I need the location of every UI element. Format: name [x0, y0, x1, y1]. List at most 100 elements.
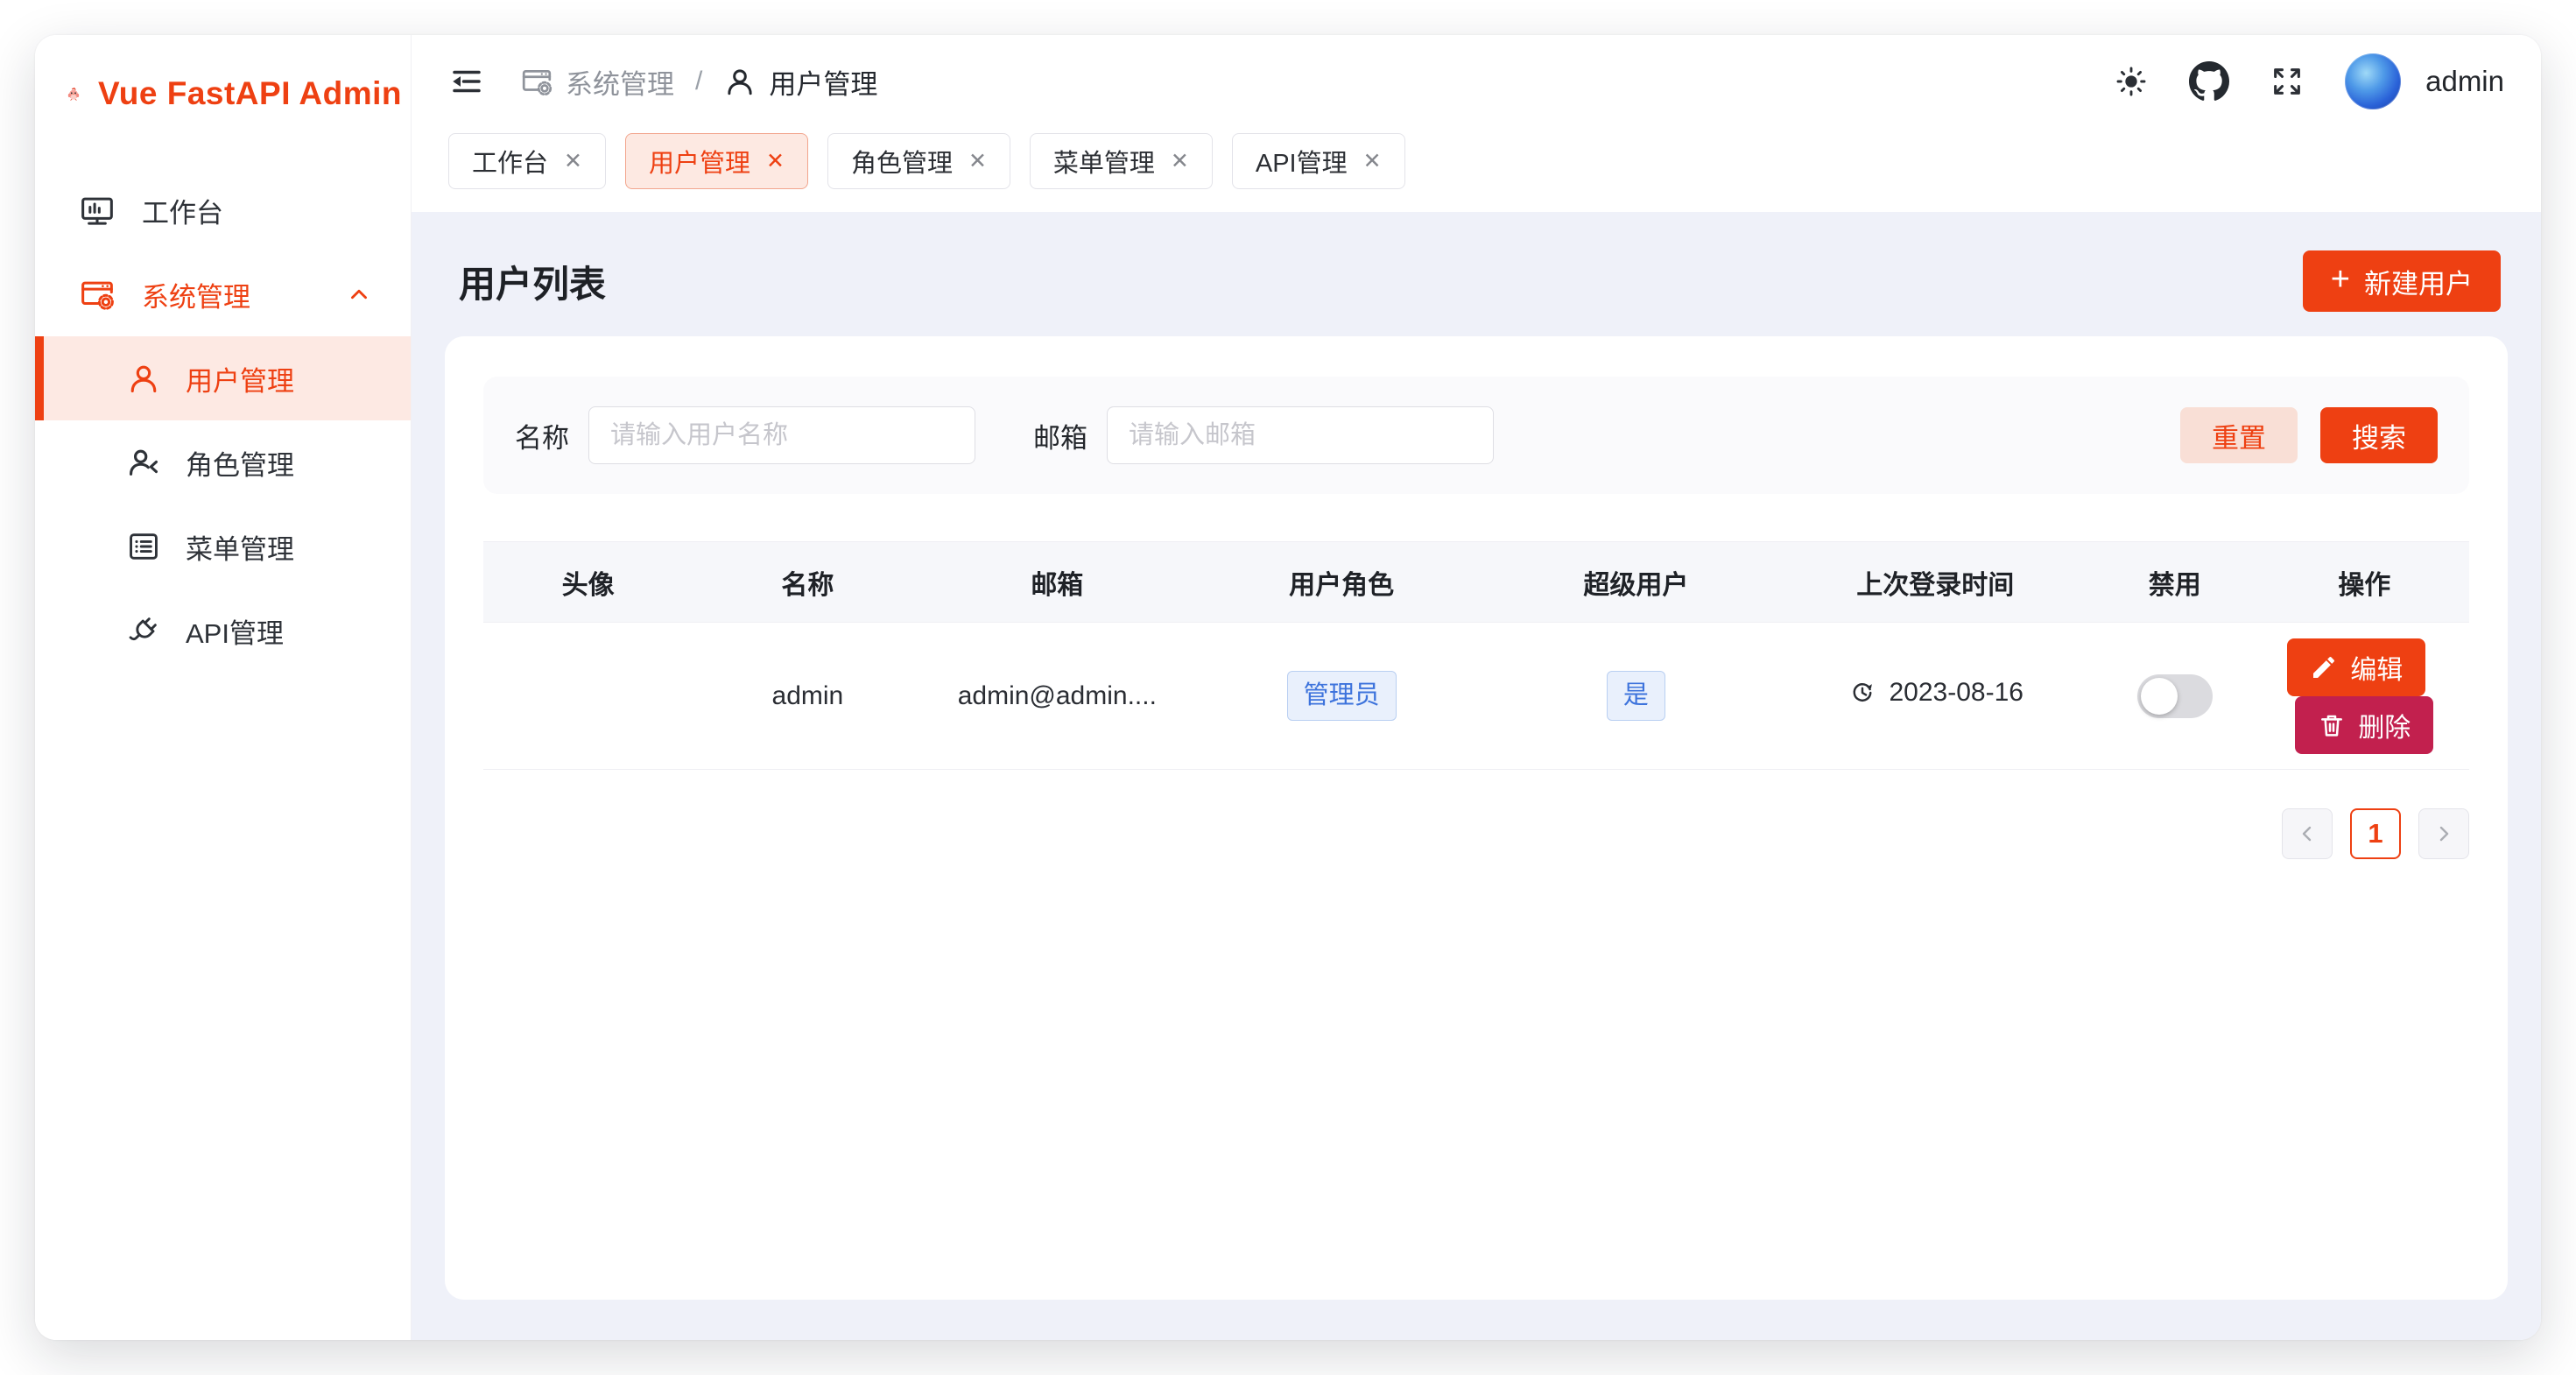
user-list-card: 名称 邮箱 重置 搜索 头像 名称 — [445, 336, 2508, 1300]
tab-label: 角色管理 — [851, 143, 953, 180]
superuser-tag: 是 — [1607, 671, 1665, 720]
sidebar-item-label: 菜单管理 — [186, 527, 294, 567]
reset-button[interactable]: 重置 — [2180, 407, 2298, 463]
username[interactable]: admin — [2425, 65, 2504, 98]
github-link-button[interactable] — [2189, 61, 2229, 102]
close-icon[interactable]: ✕ — [766, 151, 785, 173]
fullscreen-button[interactable] — [2270, 64, 2305, 99]
name-input[interactable] — [588, 406, 975, 464]
monitor-icon — [79, 192, 116, 229]
close-icon[interactable]: ✕ — [1171, 151, 1189, 173]
avatar[interactable] — [2345, 53, 2401, 109]
cell-disabled — [2090, 623, 2260, 770]
delete-button[interactable]: 删除 — [2295, 696, 2433, 754]
sidebar-item-api[interactable]: API管理 — [35, 589, 411, 673]
cell-email: admin@admin.... — [922, 623, 1192, 770]
delete-button-label: 删除 — [2358, 706, 2411, 744]
sidebar-item-menus[interactable]: 菜单管理 — [35, 504, 411, 589]
tab-label: 工作台 — [472, 143, 548, 180]
edit-button-label: 编辑 — [2350, 648, 2403, 687]
role-icon — [126, 445, 161, 480]
table-header-row: 头像 名称 邮箱 用户角色 超级用户 上次登录时间 禁用 操作 — [483, 542, 2469, 623]
col-actions: 操作 — [2260, 542, 2469, 623]
cell-superuser: 是 — [1491, 623, 1781, 770]
tab-users[interactable]: 用户管理 ✕ — [625, 133, 808, 189]
app-title: Vue FastAPI Admin — [98, 75, 402, 112]
menu-list-icon — [126, 529, 161, 564]
page-title: 用户列表 — [459, 255, 606, 308]
pencil-icon — [2310, 653, 2338, 681]
cell-avatar — [483, 623, 693, 770]
search-button[interactable]: 搜索 — [2320, 407, 2438, 463]
tab-roles[interactable]: 角色管理 ✕ — [827, 133, 1010, 189]
breadcrumb-item-system[interactable]: 系统管理 — [520, 62, 674, 102]
page-next-button[interactable] — [2418, 808, 2469, 859]
system-settings-icon — [520, 65, 553, 98]
collapse-menu-icon — [448, 63, 485, 100]
users-table: 头像 名称 邮箱 用户角色 超级用户 上次登录时间 禁用 操作 — [483, 541, 2469, 770]
breadcrumb-item-users[interactable]: 用户管理 — [723, 62, 877, 102]
api-plug-icon — [126, 613, 161, 648]
tab-label: 用户管理 — [649, 143, 750, 180]
sidebar-item-system[interactable]: 系统管理 — [35, 252, 411, 336]
tab-menus[interactable]: 菜单管理 ✕ — [1030, 133, 1213, 189]
content: 用户列表 + 新建用户 名称 邮箱 重置 搜索 — [412, 212, 2541, 1340]
close-icon[interactable]: ✕ — [1363, 151, 1382, 173]
breadcrumb: 系统管理 / 用户管理 — [520, 62, 877, 102]
user-icon — [723, 65, 757, 98]
sidebar-menu: 工作台 系统管理 — [35, 145, 411, 673]
new-user-button-label: 新建用户 — [2364, 262, 2473, 301]
col-last-login: 上次登录时间 — [1781, 542, 2090, 623]
tab-api[interactable]: API管理 ✕ — [1232, 133, 1405, 189]
breadcrumb-label: 系统管理 — [566, 62, 674, 102]
edit-button[interactable]: 编辑 — [2287, 638, 2425, 696]
plus-icon: + — [2331, 263, 2350, 296]
name-label: 名称 — [515, 416, 569, 455]
header: 系统管理 / 用户管理 — [412, 35, 2541, 128]
query-bar: 名称 邮箱 重置 搜索 — [483, 377, 2469, 494]
close-icon[interactable]: ✕ — [968, 151, 987, 173]
user-icon — [126, 361, 161, 396]
sidebar-item-workbench[interactable]: 工作台 — [35, 168, 411, 252]
tab-label: 菜单管理 — [1053, 143, 1155, 180]
cell-actions: 编辑 删除 — [2260, 623, 2469, 770]
tab-workbench[interactable]: 工作台 ✕ — [448, 133, 606, 189]
main-area: 系统管理 / 用户管理 — [412, 35, 2541, 1340]
table-row: admin admin@admin.... 管理员 是 — [483, 623, 2469, 770]
sidebar-item-label: 系统管理 — [142, 275, 250, 314]
new-user-button[interactable]: + 新建用户 — [2303, 250, 2501, 312]
role-tag: 管理员 — [1287, 671, 1397, 720]
header-actions: admin — [2114, 53, 2504, 109]
chevron-up-icon — [344, 279, 374, 309]
col-email: 邮箱 — [922, 542, 1192, 623]
app-window: Vue FastAPI Admin 工作台 — [35, 35, 2541, 1340]
app-logo[interactable]: Vue FastAPI Admin — [35, 35, 411, 145]
page-number-current[interactable]: 1 — [2350, 808, 2401, 859]
chevron-right-icon — [2432, 821, 2456, 846]
col-avatar: 头像 — [483, 542, 693, 623]
theme-toggle-button[interactable] — [2114, 64, 2149, 99]
col-role: 用户角色 — [1192, 542, 1491, 623]
sidebar: Vue FastAPI Admin 工作台 — [35, 35, 412, 1340]
col-name: 名称 — [693, 542, 922, 623]
email-input[interactable] — [1107, 406, 1494, 464]
tab-label: API管理 — [1256, 143, 1348, 180]
breadcrumb-label: 用户管理 — [769, 62, 877, 102]
sidebar-item-label: API管理 — [186, 611, 284, 651]
pagination: 1 — [483, 808, 2469, 859]
sidebar-item-users[interactable]: 用户管理 — [35, 336, 411, 420]
close-icon[interactable]: ✕ — [564, 151, 582, 173]
col-disabled: 禁用 — [2090, 542, 2260, 623]
cell-role: 管理员 — [1192, 623, 1491, 770]
page-prev-button[interactable] — [2282, 808, 2333, 859]
fullscreen-expand-icon — [2270, 64, 2305, 99]
sidebar-item-roles[interactable]: 角色管理 — [35, 420, 411, 504]
disabled-toggle[interactable] — [2137, 674, 2213, 718]
chick-logo-icon — [67, 67, 81, 121]
sidebar-collapse-button[interactable] — [448, 63, 485, 100]
last-login-value: 2023-08-16 — [1890, 678, 2023, 708]
github-icon — [2189, 61, 2229, 102]
sidebar-item-label: 用户管理 — [186, 359, 294, 398]
breadcrumb-separator: / — [690, 67, 707, 96]
sidebar-item-label: 角色管理 — [186, 443, 294, 483]
